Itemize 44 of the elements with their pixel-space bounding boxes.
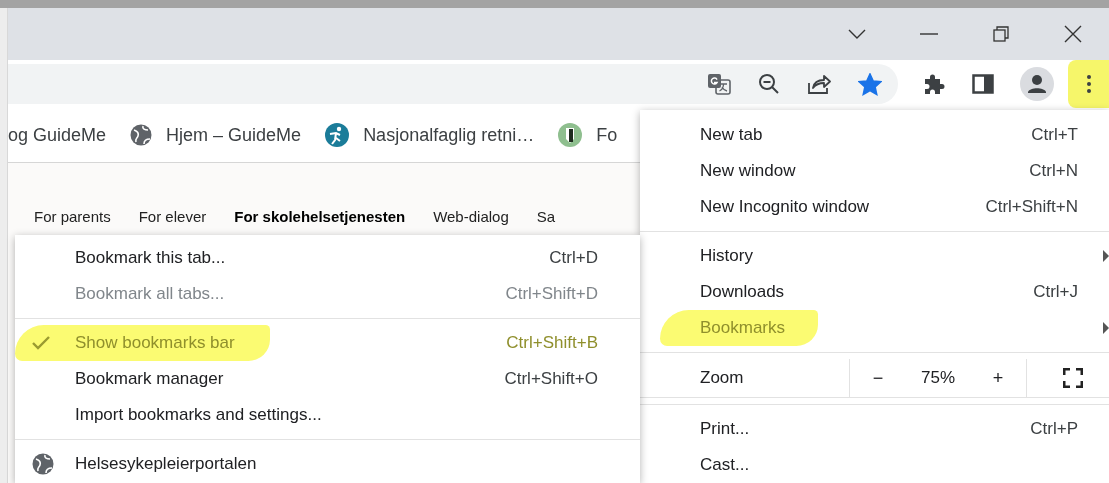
minimize-icon [920, 33, 938, 35]
zoom-out-button[interactable]: − [864, 363, 892, 393]
submenu-arrow-icon [1103, 322, 1109, 334]
menu-item[interactable]: Cast... [640, 447, 1109, 483]
chevron-down-icon [848, 29, 866, 39]
nav-link[interactable]: Web-dialog [433, 208, 509, 225]
share-icon[interactable] [807, 73, 831, 95]
star-icon[interactable] [858, 72, 882, 96]
nav-link[interactable]: For skolehelsetjenesten [234, 208, 406, 225]
fullscreen-button[interactable] [1061, 366, 1085, 390]
nav-link[interactable]: For elever [138, 208, 207, 225]
vertical-dots-icon [1086, 75, 1091, 93]
menu-item[interactable]: Import bookmarks and settings... [15, 397, 640, 433]
side-panel-icon[interactable] [972, 74, 994, 94]
zoom-out-icon[interactable] [758, 73, 780, 95]
menu-item[interactable]: New window Ctrl+N [640, 153, 1109, 189]
globe-icon [130, 124, 153, 146]
menu-item[interactable]: Bookmark this tab... Ctrl+D [15, 240, 640, 276]
profile-avatar-icon[interactable] [1020, 67, 1054, 101]
globe-icon [32, 453, 54, 475]
menu-item[interactable]: Print... Ctrl+P [640, 411, 1109, 447]
menu-item[interactable]: Downloads Ctrl+J [640, 274, 1109, 310]
figure-logo-icon [325, 123, 350, 147]
menu-item[interactable]: New tab Ctrl+T [640, 117, 1109, 153]
restore-icon [993, 26, 1009, 42]
bookmark-link[interactable]: og GuideMe [8, 124, 107, 146]
menu-item[interactable]: Bookmark manager Ctrl+Shift+O [15, 361, 640, 397]
submenu-arrow-icon [1103, 250, 1109, 262]
nav-link[interactable]: For parents [34, 208, 111, 225]
zoom-label: Zoom [699, 368, 745, 388]
menu-item[interactable]: New Incognito window Ctrl+Shift+N [640, 189, 1109, 225]
close-icon [1064, 25, 1082, 43]
bookmark-link[interactable]: Fo [596, 124, 618, 146]
zoom-level: 75% [920, 368, 955, 388]
menu-item[interactable]: History [640, 238, 1109, 274]
bookmark-link[interactable]: Nasjonalfaglig retni… [363, 124, 535, 146]
translate-icon[interactable] [707, 72, 731, 96]
nav-link[interactable]: Sa [536, 208, 556, 225]
bookmark-item[interactable]: Helsesykepleierportalen [15, 446, 640, 482]
menu-item[interactable]: Show bookmarks bar Ctrl+Shift+B [15, 325, 640, 361]
puzzle-icon[interactable] [922, 72, 946, 96]
shield-logo-icon [558, 123, 583, 147]
bookmark-link[interactable]: Hjem – GuideMe [166, 124, 302, 146]
zoom-in-button[interactable]: + [984, 363, 1012, 393]
